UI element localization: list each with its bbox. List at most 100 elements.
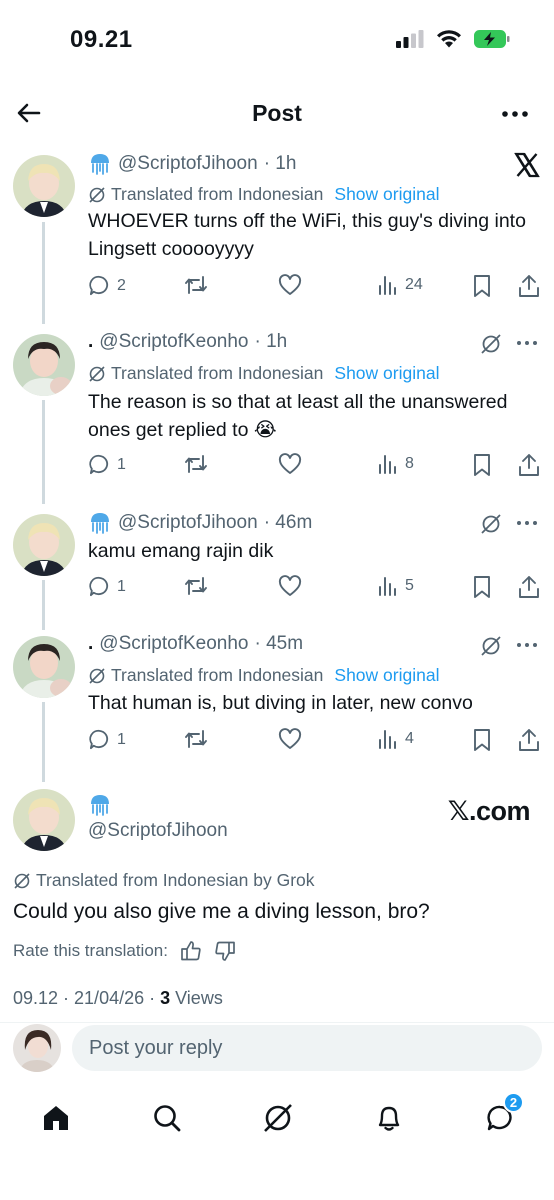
display-name: . bbox=[88, 331, 94, 352]
divider bbox=[0, 1022, 554, 1023]
thumbs-down-icon[interactable] bbox=[214, 940, 236, 962]
cellular-signal-icon bbox=[396, 29, 424, 48]
handle[interactable]: @ScriptofJihoon bbox=[118, 153, 258, 175]
repost-button[interactable] bbox=[184, 453, 208, 475]
more-options-icon[interactable] bbox=[516, 339, 538, 347]
view-count: 3 bbox=[160, 988, 171, 1008]
grok-icon bbox=[89, 667, 105, 684]
tab-messages[interactable]: 2 bbox=[480, 1092, 524, 1138]
heart-icon bbox=[278, 728, 302, 749]
avatar[interactable] bbox=[13, 334, 75, 396]
handle[interactable]: @ScriptofKeonho bbox=[99, 633, 248, 655]
reply-count: 2 bbox=[117, 276, 126, 294]
tab-home[interactable] bbox=[36, 1098, 76, 1138]
views-button[interactable]: 4 bbox=[377, 728, 414, 750]
reply-count: 1 bbox=[117, 455, 126, 473]
display-name: . bbox=[88, 633, 94, 654]
grok-icon[interactable] bbox=[480, 635, 502, 657]
grok-icon bbox=[14, 872, 30, 889]
x-logo-icon[interactable] bbox=[514, 152, 540, 178]
tweet-text: kamu emang rajin dik bbox=[88, 540, 274, 562]
thread-line bbox=[42, 580, 45, 630]
views-button[interactable]: 5 bbox=[377, 575, 414, 597]
more-options-icon[interactable] bbox=[516, 519, 538, 527]
reply-button[interactable]: 1 bbox=[88, 575, 126, 598]
share-icon[interactable] bbox=[518, 274, 540, 298]
tab-grok[interactable] bbox=[258, 1098, 298, 1138]
show-original-link[interactable]: Show original bbox=[334, 665, 439, 686]
repost-button[interactable] bbox=[184, 274, 208, 296]
bookmark-icon[interactable] bbox=[472, 274, 492, 298]
tweet-text: WHOEVER turns off the WiFi, this guy's d… bbox=[88, 210, 526, 260]
show-original-link[interactable]: Show original bbox=[334, 363, 439, 384]
user-avatar[interactable] bbox=[13, 1024, 61, 1072]
heart-icon bbox=[278, 575, 302, 596]
repost-button[interactable] bbox=[184, 728, 208, 750]
avatar[interactable] bbox=[13, 636, 75, 698]
bookmark-icon[interactable] bbox=[472, 728, 492, 752]
post-text: Could you also give me a diving lesson, … bbox=[13, 900, 430, 923]
heart-icon bbox=[278, 453, 302, 474]
jellyfish-emoji-icon bbox=[91, 513, 109, 534]
like-button[interactable] bbox=[278, 575, 302, 597]
handle[interactable]: @ScriptofKeonho bbox=[99, 331, 248, 353]
handle[interactable]: @ScriptofJihoon bbox=[118, 512, 258, 534]
tab-search[interactable] bbox=[147, 1098, 187, 1138]
share-icon[interactable] bbox=[518, 728, 540, 752]
avatar[interactable] bbox=[13, 789, 75, 851]
wifi-icon bbox=[437, 30, 461, 48]
tweet-header: . @ScriptofKeonho · 45m bbox=[88, 633, 303, 655]
more-options-icon[interactable] bbox=[500, 104, 530, 124]
views-icon bbox=[379, 577, 396, 596]
views-button[interactable]: 8 bbox=[377, 453, 414, 475]
reply-button[interactable]: 1 bbox=[88, 453, 126, 476]
grok-icon[interactable] bbox=[480, 333, 502, 355]
grok-icon[interactable] bbox=[480, 513, 502, 535]
share-icon[interactable] bbox=[518, 453, 540, 477]
grok-icon bbox=[89, 186, 105, 203]
bottom-tab-bar: 2 bbox=[0, 1092, 554, 1138]
views-icon bbox=[379, 276, 396, 295]
view-count: 8 bbox=[405, 455, 414, 472]
show-original-link[interactable]: Show original bbox=[334, 184, 439, 205]
jellyfish-emoji-icon bbox=[91, 795, 109, 816]
reply-button[interactable]: 2 bbox=[88, 274, 126, 297]
translated-label: Translated from Indonesian Show original bbox=[88, 363, 439, 384]
like-button[interactable] bbox=[278, 453, 302, 475]
views-button[interactable]: 24 bbox=[377, 274, 423, 296]
thumbs-up-icon[interactable] bbox=[180, 940, 202, 962]
avatar[interactable] bbox=[13, 155, 75, 217]
translated-label: Translated from Indonesian Show original bbox=[88, 184, 439, 205]
handle[interactable]: @ScriptofJihoon bbox=[88, 820, 228, 842]
reply-icon bbox=[89, 576, 109, 597]
reply-count: 1 bbox=[117, 577, 126, 595]
thread-line bbox=[42, 400, 45, 504]
repost-icon bbox=[185, 276, 207, 294]
avatar[interactable] bbox=[13, 514, 75, 576]
views-label: Views bbox=[170, 988, 223, 1008]
rate-translation: Rate this translation: bbox=[13, 940, 236, 962]
reply-input[interactable] bbox=[72, 1025, 542, 1071]
view-count: 24 bbox=[405, 276, 423, 293]
bookmark-icon[interactable] bbox=[472, 453, 492, 477]
bell-icon bbox=[378, 1106, 400, 1131]
views-icon bbox=[379, 730, 396, 749]
grok-icon bbox=[264, 1104, 292, 1132]
battery-charging-icon bbox=[474, 29, 510, 48]
timestamp: · 45m bbox=[254, 633, 304, 654]
status-time: 09.21 bbox=[70, 26, 133, 53]
status-icons bbox=[396, 29, 510, 48]
reply-button[interactable]: 1 bbox=[88, 728, 126, 751]
tab-notifications[interactable] bbox=[369, 1098, 409, 1138]
tweet-header: . @ScriptofKeonho · 1h bbox=[88, 331, 287, 353]
post-meta: 09.12 · 21/04/26 · 3 Views bbox=[13, 988, 223, 1009]
like-button[interactable] bbox=[278, 274, 302, 296]
translated-label: Translated from Indonesian Show original bbox=[88, 665, 439, 686]
share-icon[interactable] bbox=[518, 575, 540, 599]
more-options-icon[interactable] bbox=[516, 641, 538, 649]
like-button[interactable] bbox=[278, 728, 302, 750]
bookmark-icon[interactable] bbox=[472, 575, 492, 599]
repost-button[interactable] bbox=[184, 575, 208, 597]
view-count: 4 bbox=[405, 730, 414, 747]
tweet-header: @ScriptofJihoon · 46m bbox=[88, 511, 312, 535]
